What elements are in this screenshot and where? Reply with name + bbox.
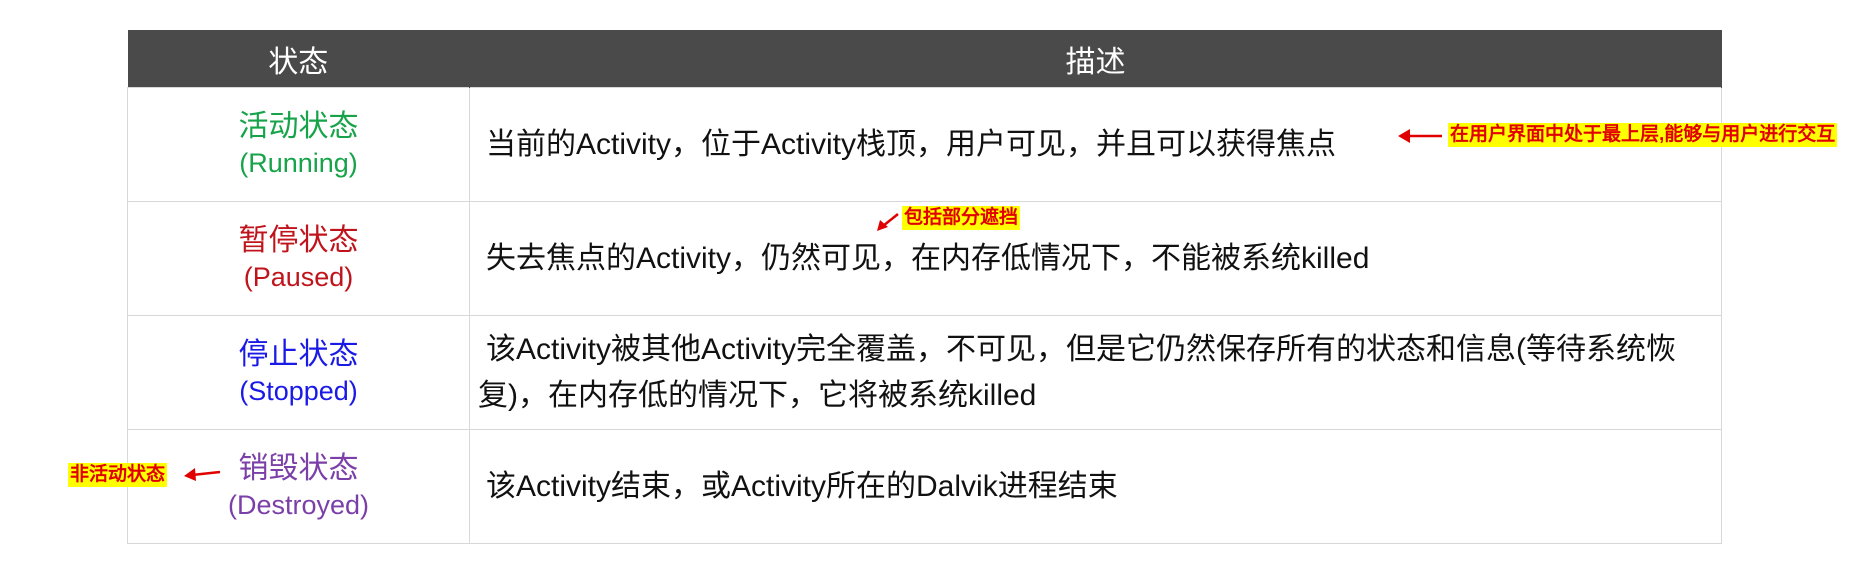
header-state: 状态: [127, 30, 470, 88]
header-description: 描述: [469, 30, 1722, 88]
description-cell: 该Activity被其他Activity完全覆盖，不可见，但是它仍然保存所有的状…: [469, 315, 1722, 430]
state-name-en: (Paused): [243, 261, 354, 292]
arrow-down-left-icon: [877, 213, 899, 231]
state-name-en: (Stopped): [239, 375, 358, 406]
state-name: 销毁状态: [238, 451, 359, 485]
description-text: 该Activity结束，或Activity所在的Dalvik进程结束: [486, 469, 1118, 503]
state-name-en: (Destroyed): [227, 489, 370, 520]
state-name-en: (Running): [239, 147, 358, 178]
annotation-running-note: 在用户界面中处于最上层,能够与用户进行交互: [1448, 123, 1838, 147]
annotation-paused-note: 包括部分遮挡: [902, 206, 1021, 230]
state-cell-running: 活动状态 (Running): [127, 87, 470, 202]
state-name: 停止状态: [238, 337, 359, 371]
annotation-destroyed-note: 非活动状态: [68, 463, 168, 487]
state-cell-stopped: 停止状态 (Stopped): [127, 315, 470, 430]
state-cell-destroyed: 销毁状态 (Destroyed): [127, 429, 470, 544]
description-text: 该Activity被其他Activity完全覆盖，不可见，但是它仍然保存所有的状…: [478, 332, 1677, 412]
activity-state-table: 状态 描述 活动状态 (Running) 当前的Activity，位于Activ…: [127, 30, 1722, 544]
arrow-left-icon: [184, 468, 221, 481]
description-cell: 该Activity结束，或Activity所在的Dalvik进程结束: [469, 429, 1722, 544]
state-cell-paused: 暂停状态 (Paused): [127, 201, 470, 316]
table-row: 销毁状态 (Destroyed) 该Activity结束，或Activity所在…: [127, 429, 1722, 544]
state-name: 暂停状态: [238, 223, 359, 257]
description-cell: 失去焦点的Activity，仍然可见，在内存低情况下，不能被系统killed: [469, 201, 1722, 316]
description-text: 失去焦点的Activity，仍然可见，在内存低情况下，不能被系统killed: [486, 241, 1370, 275]
table-row: 停止状态 (Stopped) 该Activity被其他Activity完全覆盖，…: [127, 315, 1722, 430]
arrow-left-icon: [1398, 129, 1442, 143]
state-name: 活动状态: [238, 109, 359, 143]
table-header-row: 状态 描述: [127, 30, 1722, 88]
